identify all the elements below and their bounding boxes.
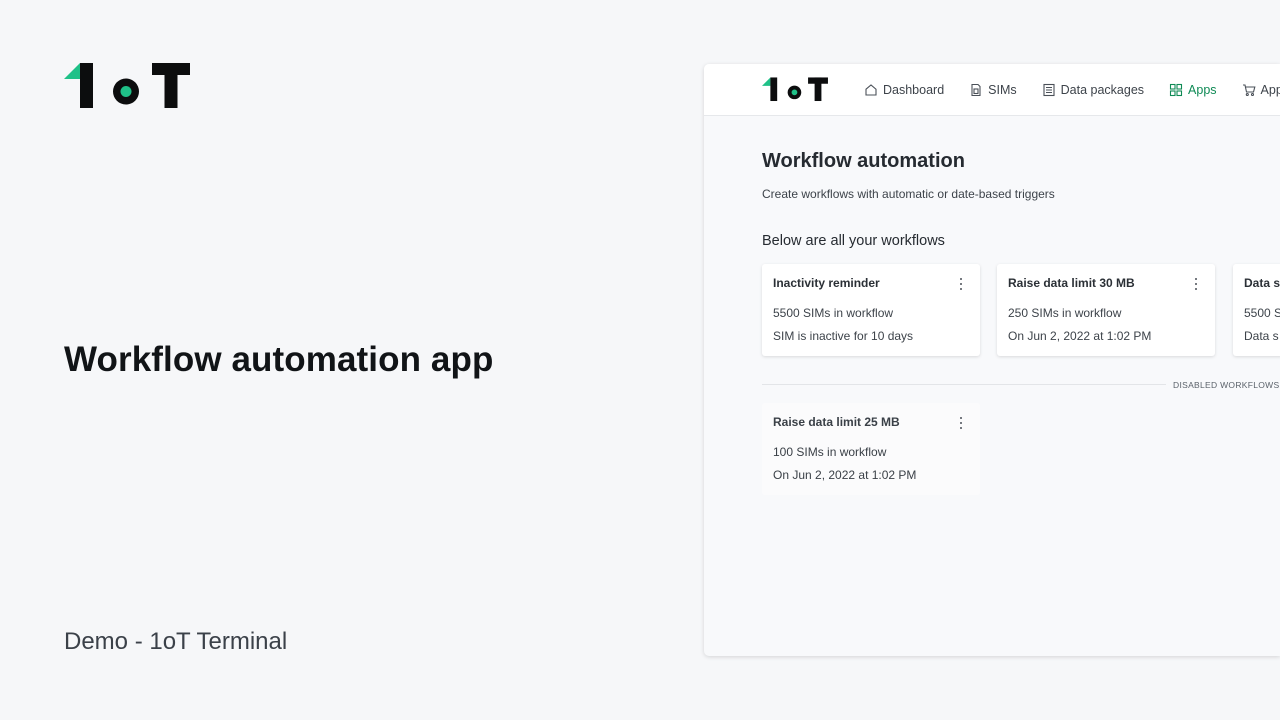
main-nav: Dashboard SIMs Data packages Apps App [864,64,1280,116]
workflow-card[interactable]: Raise data limit 30 MB 250 SIMs in workf… [997,264,1215,356]
app-window: Dashboard SIMs Data packages Apps App Wo… [704,64,1280,656]
nav-label: Dashboard [883,83,945,97]
workflow-title: Raise data limit 30 MB [1008,276,1135,290]
nav-item-dashboard[interactable]: Dashboard [864,83,944,97]
document-icon [1043,83,1055,97]
workflow-trigger: On Jun 2, 2022 at 1:02 PM [773,468,917,482]
workflow-sim-count: 250 SIMs in workflow [1008,306,1122,320]
workflow-title: Data s [1244,276,1280,290]
more-options-icon[interactable] [956,416,966,430]
more-options-icon[interactable] [956,277,966,291]
page-description: Create workflows with automatic or date-… [762,187,1055,201]
nav-label: App s [1260,83,1280,97]
workflow-sim-count: 5500 SIMs in workflow [773,306,894,320]
section-heading: Below are all your workflows [762,233,945,249]
nav-label: Data packages [1060,83,1145,97]
workflow-card[interactable]: Data s 5500 S Data s [1233,264,1280,356]
workflow-trigger: SIM is inactive for 10 days [773,329,914,343]
cart-icon [1242,84,1256,97]
nav-item-app-store[interactable]: App s [1242,83,1280,97]
nav-item-data-packages[interactable]: Data packages [1042,83,1144,97]
promo-subtitle: Demo - 1oT Terminal [64,628,288,655]
workflow-sim-count: 100 SIMs in workflow [773,445,887,459]
workflow-trigger: On Jun 2, 2022 at 1:02 PM [1008,329,1152,343]
1ot-logo [64,63,190,108]
workflow-sim-count: 5500 S [1244,306,1280,320]
home-icon [865,84,877,96]
nav-label: Apps [1188,83,1217,97]
workflow-title: Raise data limit 25 MB [773,415,900,429]
1ot-logo[interactable] [762,77,829,102]
sim-card-icon [971,83,981,97]
disabled-workflow-card[interactable]: Raise data limit 25 MB 100 SIMs in workf… [762,403,980,495]
page-title: Workflow automation [762,150,965,172]
top-navbar: Dashboard SIMs Data packages Apps App [704,64,1280,116]
workflow-trigger: Data s [1244,329,1279,343]
nav-item-sims[interactable]: SIMs [969,83,1017,97]
nav-label: SIMs [988,83,1017,97]
nav-item-apps[interactable]: Apps [1169,83,1217,97]
more-options-icon[interactable] [1191,277,1201,291]
workflow-cards: Inactivity reminder 5500 SIMs in workflo… [762,264,1280,356]
apps-grid-icon [1169,83,1183,97]
disabled-workflows-label: DISABLED WORKFLOWS [1173,380,1280,390]
promo-title: Workflow automation app [64,340,494,379]
section-divider [762,384,1166,385]
workflow-card[interactable]: Inactivity reminder 5500 SIMs in workflo… [762,264,980,356]
workflow-title: Inactivity reminder [773,276,880,290]
